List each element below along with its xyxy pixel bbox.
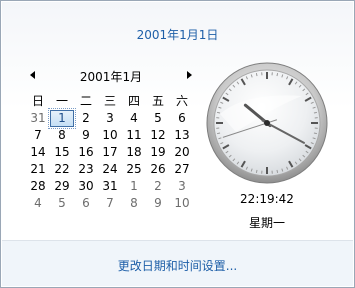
calendar-day[interactable]: 2: [74, 110, 98, 127]
calendar-day[interactable]: 14: [26, 144, 50, 161]
weekday-header: 三: [103, 94, 116, 108]
minute-tick: [255, 169, 258, 173]
calendar-day[interactable]: 31: [26, 110, 50, 127]
calendar-day[interactable]: 6: [170, 110, 194, 127]
calendar-day[interactable]: 8: [50, 127, 74, 144]
weekday-header: 四: [127, 94, 140, 108]
chevron-right-icon[interactable]: [184, 70, 194, 82]
minute-tick: [255, 73, 258, 77]
weekday-header: 六: [175, 94, 188, 108]
calendar-day[interactable]: 30: [74, 178, 98, 195]
calendar-day[interactable]: 13: [170, 127, 194, 144]
calendar-day[interactable]: 1: [122, 178, 146, 195]
calendar-day[interactable]: 28: [26, 178, 50, 195]
calendar-day[interactable]: 10: [98, 127, 122, 144]
calendar-day[interactable]: 2: [146, 178, 170, 195]
analog-clock: [206, 62, 328, 184]
flyout-body: 2001年1月1日 2001年1月 日一二三四五六 31 1 2 3 4 5 6 7 8 9 10 11…: [2, 2, 353, 240]
change-date-time-settings-link[interactable]: 更改日期和时间设置...: [2, 257, 353, 274]
calendar-day[interactable]: 3: [170, 178, 194, 195]
weekday-header: 一: [55, 94, 68, 108]
calendar-day[interactable]: 3: [98, 110, 122, 127]
minute-tick: [313, 132, 317, 135]
calendar-day[interactable]: 9: [74, 127, 98, 144]
month-navigation: 2001年1月: [28, 68, 194, 84]
calendar-day[interactable]: 7: [26, 127, 50, 144]
calendar-day[interactable]: 24: [98, 161, 122, 178]
calendar-day[interactable]: 15: [50, 144, 74, 161]
clock-face-icon: [206, 62, 328, 184]
current-date-link[interactable]: 2001年1月1日: [2, 26, 353, 43]
calendar-day[interactable]: 12: [146, 127, 170, 144]
calendar-day[interactable]: 22: [50, 161, 74, 178]
calendar-day[interactable]: 21: [26, 161, 50, 178]
calendar-day[interactable]: 26: [146, 161, 170, 178]
weekday-header: 五: [151, 94, 164, 108]
calendar-day[interactable]: 4: [26, 195, 50, 212]
calendar-day[interactable]: 7: [98, 195, 122, 212]
calendar-day[interactable]: 6: [74, 195, 98, 212]
calendar-day[interactable]: 17: [98, 144, 122, 161]
calendar-day[interactable]: 29: [50, 178, 74, 195]
minute-tick: [276, 169, 279, 173]
calendar-day[interactable]: 5: [146, 110, 170, 127]
calendar-day[interactable]: 9: [146, 195, 170, 212]
calendar-day[interactable]: 5: [50, 195, 74, 212]
chevron-left-icon[interactable]: [28, 70, 38, 82]
weekday-label: 星期一: [248, 216, 285, 230]
date-time-flyout: 2001年1月1日 2001年1月 日一二三四五六 31 1 2 3 4 5 6 7 8 9 10 11…: [0, 0, 355, 288]
minute-tick: [217, 111, 221, 114]
calendar-day[interactable]: 19: [146, 144, 170, 161]
month-title[interactable]: 2001年1月: [48, 68, 174, 85]
calendar-day[interactable]: 27: [170, 161, 194, 178]
weekday-header: 二: [79, 94, 92, 108]
calendar-day[interactable]: 10: [170, 195, 194, 212]
calendar-day[interactable]: 4: [122, 110, 146, 127]
minute-tick: [217, 132, 221, 135]
calendar-day[interactable]: 20: [170, 144, 194, 161]
calendar-grid: 日一二三四五六 31 1 2 3 4 5 6 7 8 9 10 11 12 13 14 15 16 17 18 19 20…: [26, 93, 194, 212]
calendar-day[interactable]: 8: [122, 195, 146, 212]
calendar-day[interactable]: 25: [122, 161, 146, 178]
calendar-day-selected[interactable]: 1: [48, 108, 76, 129]
minute-tick: [276, 73, 279, 77]
calendar-day[interactable]: 31: [98, 178, 122, 195]
calendar-day[interactable]: 11: [122, 127, 146, 144]
weekday-header: 日: [31, 94, 44, 108]
calendar-day[interactable]: 23: [74, 161, 98, 178]
minute-tick: [313, 111, 317, 114]
calendar-day[interactable]: 16: [74, 144, 98, 161]
flyout-footer: 更改日期和时间设置...: [2, 241, 353, 286]
digital-time: 22:19:42: [240, 192, 294, 206]
calendar-day[interactable]: 18: [122, 144, 146, 161]
